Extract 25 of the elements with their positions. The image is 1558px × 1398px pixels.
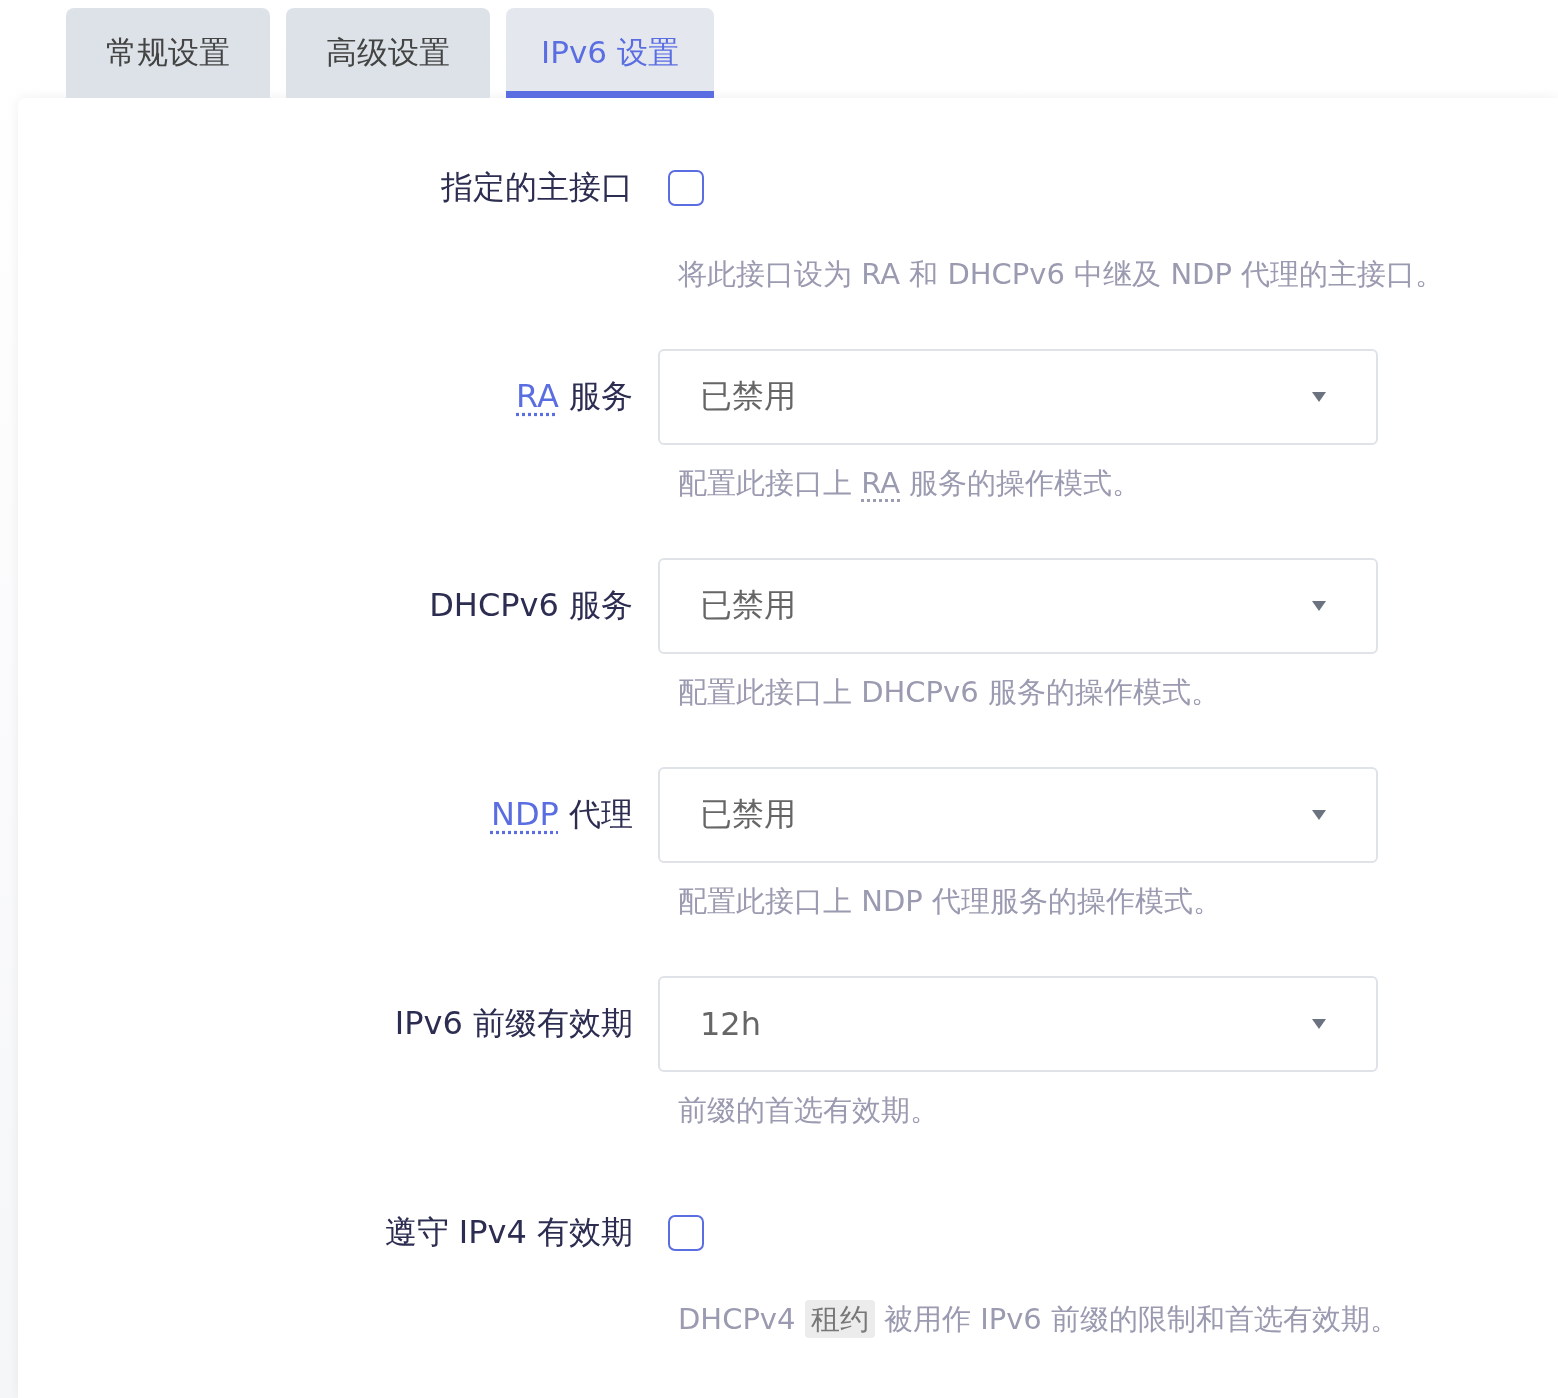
field-description: 前缀的首选有效期。 bbox=[678, 1092, 940, 1129]
dropdown[interactable]: 12h bbox=[658, 976, 1378, 1072]
field-description: 将此接口设为 RA 和 DHCPv6 中继及 NDP 代理的主接口。 bbox=[678, 256, 1446, 293]
caret-icon bbox=[1312, 810, 1326, 820]
field-description: 配置此接口上 NDP 代理服务的操作模式。 bbox=[678, 883, 1223, 920]
field-label: 遵守 IPv4 有效期 bbox=[383, 1212, 633, 1253]
tab[interactable]: IPv6 设置 bbox=[506, 8, 714, 98]
field-label: RA 服务 bbox=[515, 376, 633, 417]
tab[interactable]: 高级设置 bbox=[286, 8, 490, 98]
field-label: NDP 代理 bbox=[489, 794, 633, 835]
caret-icon bbox=[1312, 1019, 1326, 1029]
field-label: DHCPv6 服务 bbox=[428, 585, 633, 626]
dropdown[interactable]: 已禁用 bbox=[658, 349, 1378, 445]
field-description: 配置此接口上 RA 服务的操作模式。 bbox=[678, 465, 1143, 502]
caret-icon bbox=[1312, 601, 1326, 611]
dropdown[interactable]: 已禁用 bbox=[658, 558, 1378, 654]
field-label: 指定的主接口 bbox=[440, 167, 633, 208]
field-description: DHCPv4 租约 被用作 IPv6 前缀的限制和首选有效期。 bbox=[678, 1299, 1401, 1339]
checkbox[interactable] bbox=[668, 1215, 704, 1251]
dropdown[interactable]: 已禁用 bbox=[658, 767, 1378, 863]
caret-icon bbox=[1312, 392, 1326, 402]
checkbox[interactable] bbox=[668, 170, 704, 206]
field-description: 配置此接口上 DHCPv6 服务的操作模式。 bbox=[678, 674, 1221, 711]
tab[interactable]: 常规设置 bbox=[66, 8, 270, 98]
field-label: IPv6 前缀有效期 bbox=[393, 1003, 633, 1044]
